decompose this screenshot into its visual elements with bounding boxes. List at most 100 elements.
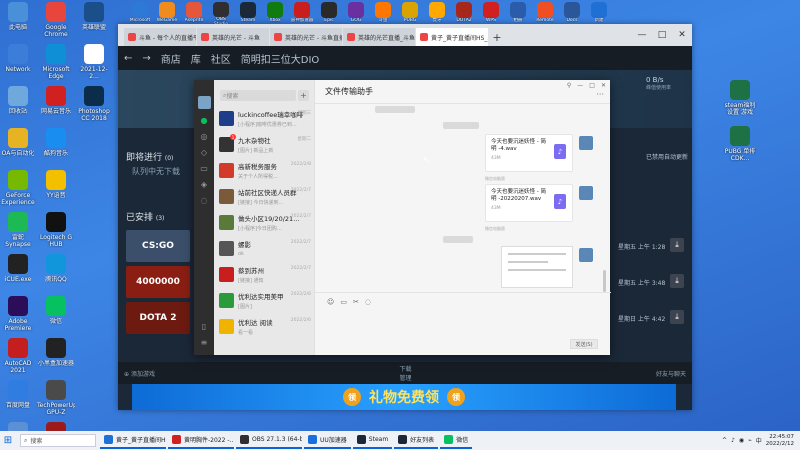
taskbar-app[interactable]: UU加速器 [304,432,351,449]
game-tile[interactable]: CS:GO [126,230,190,262]
user-avatar[interactable] [197,96,211,109]
volume-icon[interactable]: ♪ [731,437,735,444]
forward-arrow-icon[interactable]: → [142,53,150,64]
send-button[interactable]: 发送(S) [570,339,598,349]
network-icon[interactable]: ◉ [739,437,744,444]
desktop-shortcut[interactable]: 腾讯QQ [38,254,74,294]
desktop-shortcut[interactable]: OBS Studio [209,2,233,26]
desktop-shortcut[interactable]: 此电脑 [0,2,36,42]
tray-expand-icon[interactable]: ^ [722,437,727,444]
nav-library[interactable]: 库 [191,51,201,66]
chat-list-item[interactable]: 1 九木杂物社 [图片] 新品上新 星期二 [214,131,314,157]
browser-tab[interactable]: 英雄的光芒直播_斗鱼 [343,28,415,46]
desktop-shortcut[interactable]: Logitech G HUB [38,212,74,252]
chat-list-item[interactable]: 优利达实用美甲 [图片] 2022/2/6 [214,287,314,313]
desktop-shortcut[interactable]: Google Chrome [38,2,74,42]
miniprogram-icon[interactable]: ◌ [199,195,209,205]
taskbar-app[interactable]: 微信 [440,432,473,449]
taskbar-app[interactable]: 好友列表 [394,432,439,449]
file-message[interactable]: 今天也要沉迷妖怪 - 简明 -20220207.wav 43M ♪ [485,184,573,222]
chat-list-item[interactable]: luckincoffee瑞幸咖啡 [小程序]咖啡优惠券已到... 星期三 [214,105,314,131]
desktop-shortcut[interactable]: Remote [533,2,557,26]
add-game-button[interactable]: ⊕ 添加游戏 [124,369,155,378]
chat-list-item[interactable]: 优利达 阅读 看一看 2022/2/6 [214,313,314,339]
pin-icon[interactable]: ⚲ [567,82,571,89]
downloads-status[interactable]: 下载 管理 [399,364,411,382]
chat-list-item[interactable]: 做头小区19/20/21... [小程序]今日团购... 2022/2/7 [214,209,314,235]
desktop-shortcut[interactable]: 雷蛇Synapse [0,212,36,252]
desktop-shortcut[interactable]: Adobe Premiere [0,296,36,336]
image-message[interactable] [501,246,573,288]
my-avatar[interactable] [579,186,593,200]
folder-icon[interactable]: ▭ [340,298,347,306]
download-button[interactable]: ⤓ [670,310,684,324]
desktop-shortcut[interactable]: GeForce Experience [0,170,36,210]
minimize-button[interactable]: — [577,82,583,89]
desktop-shortcut[interactable]: TechPowerUp GPU-Z [37,380,75,420]
back-arrow-icon[interactable]: ← [124,53,132,64]
desktop-shortcut[interactable]: steam福利 设置 游戏 [722,80,758,120]
browser-tab[interactable]: 英雄的光芒 - 斗鱼直播 [270,28,342,46]
clock[interactable]: 22:45:07 2022/2/12 [766,434,794,448]
desktop-shortcut[interactable]: GOG [344,2,368,26]
desktop-shortcut[interactable]: iCUE.exe [0,254,36,294]
desktop-shortcut[interactable]: Microsoft Edge [38,44,74,84]
desktop-shortcut[interactable]: Xbox [263,2,287,26]
close-button[interactable]: ✕ [672,24,692,46]
nav-community[interactable]: 社区 [211,51,231,66]
new-tab-button[interactable]: + [489,28,505,46]
game-tile[interactable]: DOTA 2 [126,302,190,334]
desktop-shortcut[interactable]: 微信 [38,296,74,336]
chat-scrollbar[interactable] [603,270,606,292]
menu-icon[interactable]: ≡ [199,337,209,347]
browser-tab[interactable]: 斗鱼 - 每个人的直播平台 [124,28,196,46]
desktop-shortcut[interactable]: Microsoft [128,2,152,26]
start-button[interactable]: ⊞ [0,431,16,450]
taskbar-app[interactable]: 黄明胸件-2022 -... [168,432,234,449]
download-button[interactable]: ⤓ [670,274,684,288]
desktop-shortcut[interactable]: 百度网盘 [0,380,36,420]
chat-list-item[interactable]: 站前社区快递人员群 [链接] 今日快递到... 2022/2/7 [214,183,314,209]
chat-history-icon[interactable]: ◌ [365,298,371,306]
ad-banner[interactable]: 领 礼物免费领 领 [132,384,676,410]
phone-icon[interactable]: ▯ [199,321,209,331]
nav-profile[interactable]: 简明扣三位大DIO [241,51,320,66]
desktop-shortcut[interactable]: PUBG 单排 CDK... [722,126,758,166]
desktop-shortcut[interactable]: 英雄联盟 [76,2,112,42]
files-icon[interactable]: ▭ [199,163,209,173]
desktop-shortcut[interactable]: 虎牙 [425,2,449,26]
desktop-shortcut[interactable]: 2021-12-2... [76,44,112,84]
power-icon[interactable]: ⌁ [748,437,752,444]
taskbar-app[interactable]: OBS 27.1.3 (64-bi... [236,432,302,449]
desktop-shortcut[interactable]: 小黑盒加速器 [38,338,74,378]
desktop-shortcut[interactable]: 新建 [587,2,611,26]
desktop-shortcut[interactable]: OA与自动化 [0,128,36,168]
chat-icon[interactable]: ● [199,115,209,125]
desktop-shortcut[interactable]: 相册 [506,2,530,26]
minimize-button[interactable]: — [632,24,652,46]
moments-icon[interactable]: ◈ [199,179,209,189]
screenshot-icon[interactable]: ✂ [353,298,359,306]
desktop-shortcut[interactable]: Photoshop CC 2018 [76,86,112,126]
desktop-shortcut[interactable]: 斗鱼 [371,2,395,26]
desktop-shortcut[interactable]: Network [0,44,36,84]
more-options-button[interactable]: ··· [596,90,604,99]
desktop-shortcut[interactable]: Epic [317,2,341,26]
desktop-shortcut[interactable]: 网易云音乐 [38,86,74,126]
maximize-button[interactable]: □ [589,82,595,89]
file-message[interactable]: 今天也要沉迷妖怪 - 简明 -4.wav 43M ♪ [485,134,573,172]
my-avatar[interactable] [579,248,593,262]
chat-list-item[interactable]: 蔡到苏州 [链接] 通知 2022/2/7 [214,261,314,287]
nav-store[interactable]: 商店 [161,51,181,66]
my-avatar[interactable] [579,136,593,150]
emoji-icon[interactable]: ☺ [327,298,334,306]
desktop-shortcut[interactable]: WPS [479,2,503,26]
desktop-shortcut[interactable]: DOTA2 [452,2,476,26]
desktop-shortcut[interactable]: PUBG [398,2,422,26]
maximize-button[interactable]: □ [652,24,672,46]
close-button[interactable]: ✕ [601,82,606,89]
search-input[interactable]: ⌕ 搜索 [220,90,296,101]
desktop-shortcut[interactable]: WeGame [155,2,179,26]
desktop-shortcut[interactable]: Docs [560,2,584,26]
ime-indicator[interactable]: 中 [756,436,762,445]
